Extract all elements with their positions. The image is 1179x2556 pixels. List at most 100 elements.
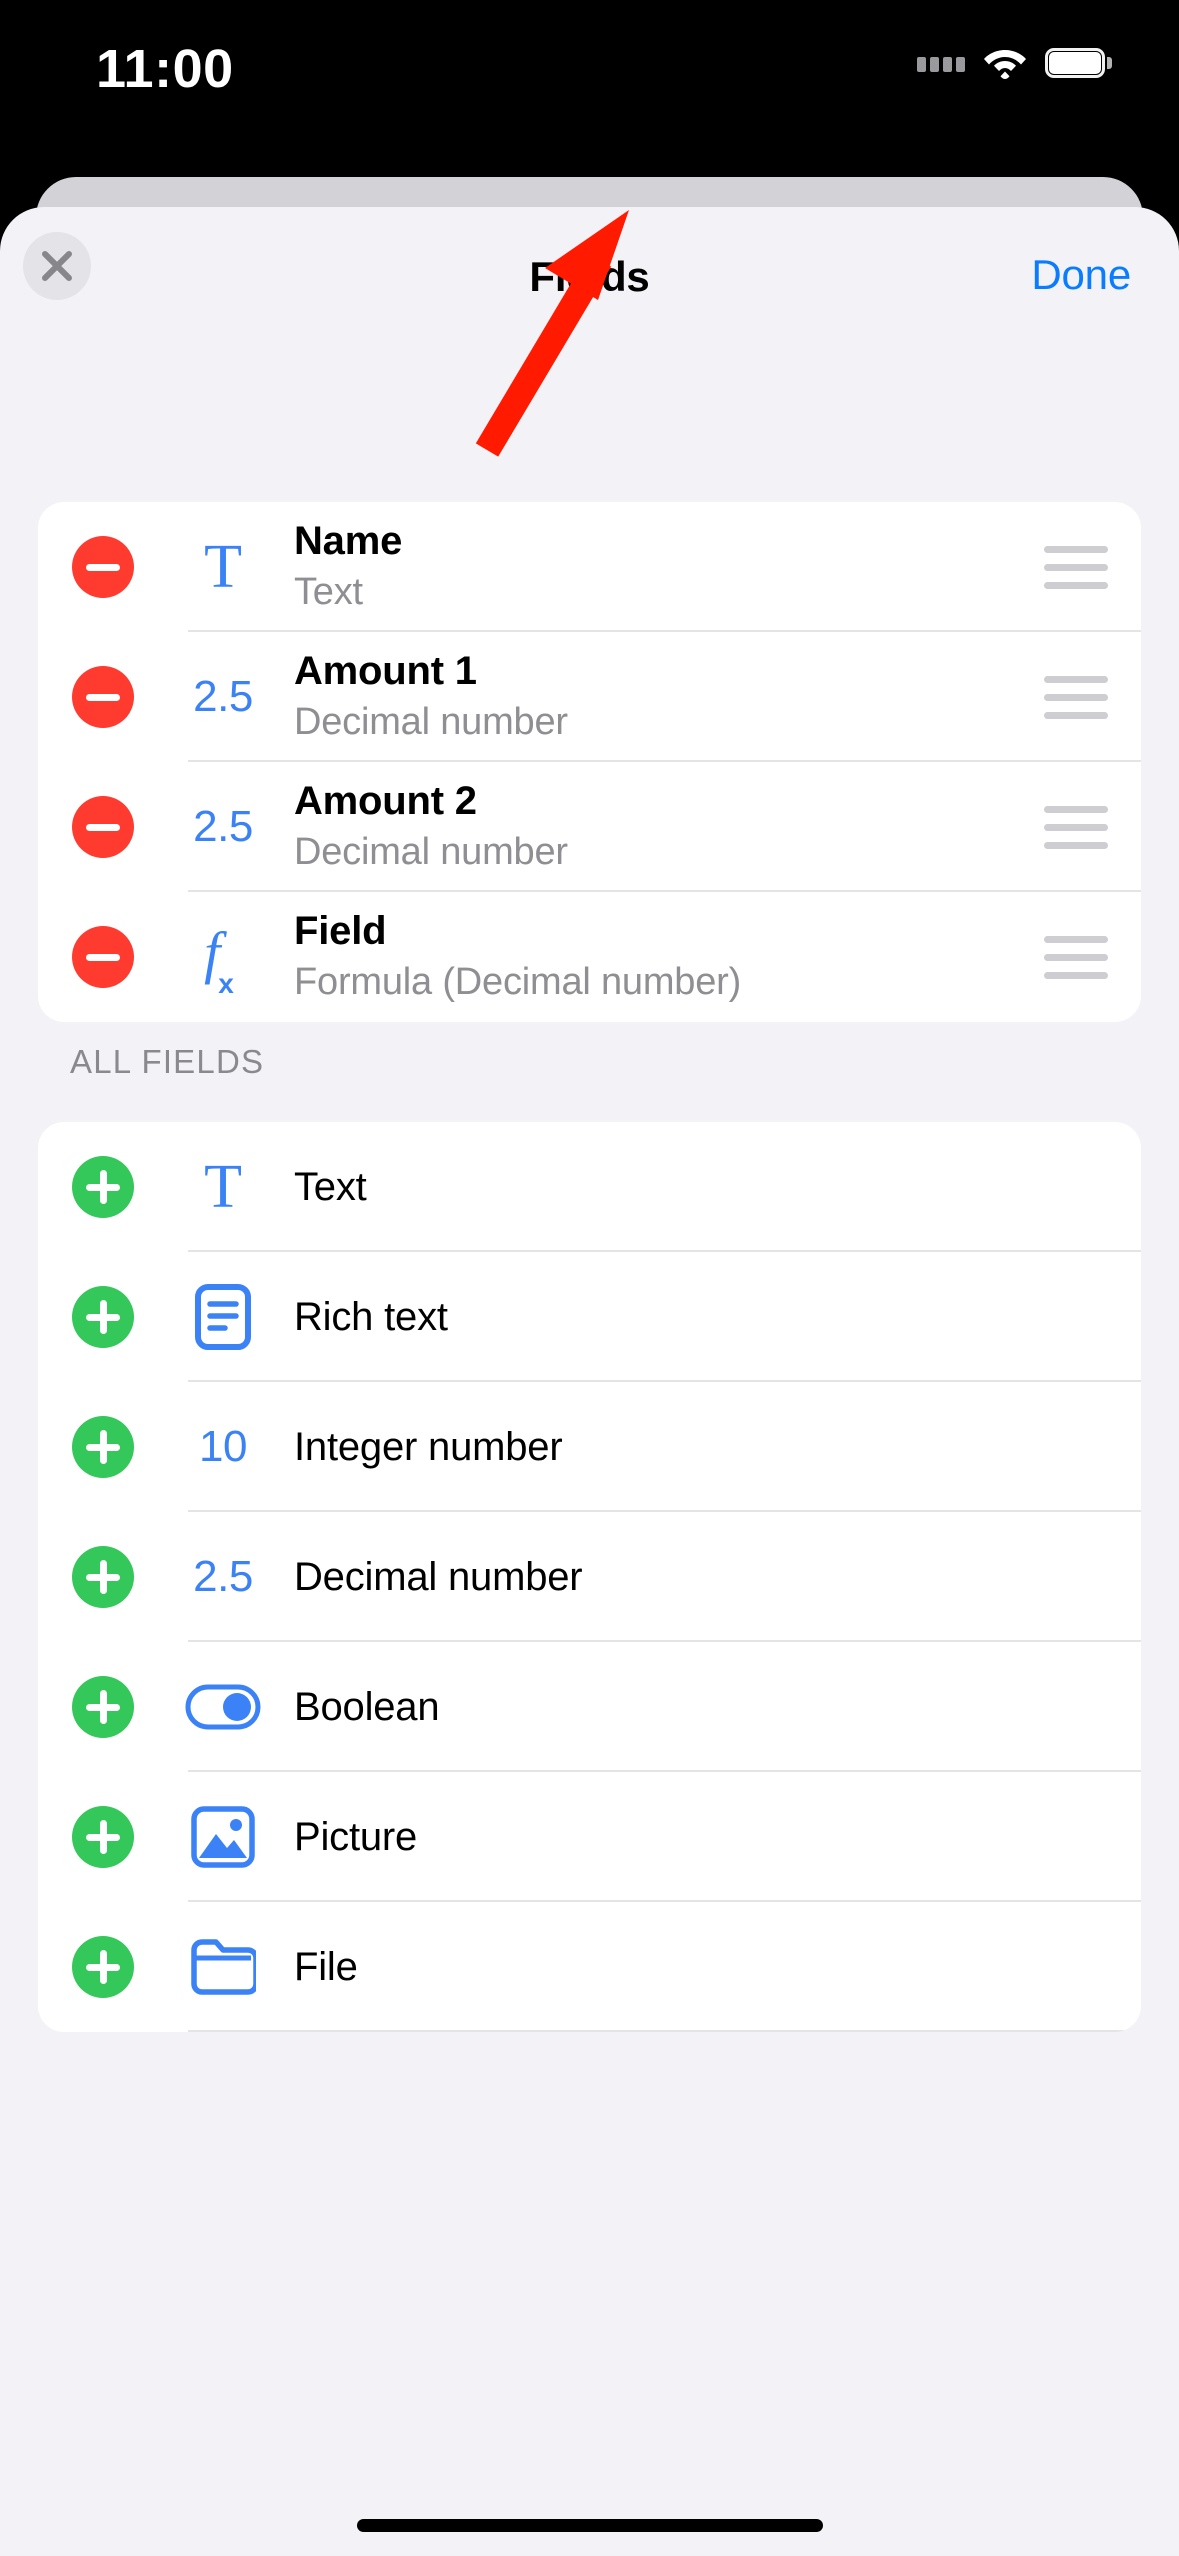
- field-type: Text: [294, 570, 363, 613]
- text-T-icon: T: [168, 536, 278, 598]
- reorder-handle[interactable]: [1011, 935, 1141, 979]
- picture-icon: [168, 1806, 278, 1868]
- field-labels: Amount 2 Decimal number: [278, 779, 1011, 875]
- add-plus-icon: [72, 1676, 134, 1738]
- field-type-label: Rich text: [294, 1294, 448, 1339]
- list-item[interactable]: File: [38, 1902, 1141, 2032]
- all-fields-section-header: ALL FIELDS: [70, 1043, 265, 1080]
- decimal-25-glyph: 2.5: [193, 1552, 253, 1601]
- remove-field-button[interactable]: [38, 536, 168, 598]
- add-field-button[interactable]: [38, 1676, 168, 1738]
- field-labels: Field Formula (Decimal number): [278, 909, 1011, 1005]
- field-labels: Text: [278, 1165, 1141, 1210]
- add-field-button[interactable]: [38, 1156, 168, 1218]
- status-bar-time: 11:00: [96, 39, 234, 99]
- field-labels: Picture: [278, 1815, 1141, 1860]
- field-type-label: File: [294, 1944, 358, 1989]
- field-type: Formula (Decimal number): [294, 960, 742, 1003]
- integer-10-glyph: 10: [199, 1422, 247, 1471]
- all-fields-card: T Text Rich text 10 Integer number 2.5 D…: [38, 1122, 1141, 2032]
- field-type-label: Integer number: [294, 1424, 563, 1469]
- reorder-handle[interactable]: [1011, 805, 1141, 849]
- list-item[interactable]: Rich text: [38, 1252, 1141, 1382]
- table-row[interactable]: 2.5 Amount 2 Decimal number: [38, 762, 1141, 892]
- text-T-icon: T: [168, 1156, 278, 1218]
- field-labels: Rich text: [278, 1295, 1141, 1340]
- remove-field-button[interactable]: [38, 926, 168, 988]
- add-plus-icon: [72, 1416, 134, 1478]
- add-plus-icon: [72, 1286, 134, 1348]
- integer-10-icon: 10: [168, 1422, 278, 1472]
- home-indicator: [356, 2519, 823, 2532]
- toggle-icon: [168, 1684, 278, 1730]
- decimal-25-icon: 2.5: [168, 802, 278, 852]
- field-labels: Name Text: [278, 519, 1011, 615]
- list-item[interactable]: 2.5 Decimal number: [38, 1512, 1141, 1642]
- drag-handle-icon: [1044, 805, 1108, 849]
- battery-full-icon: [1045, 48, 1112, 78]
- selected-fields-card: T Name Text 2.5 Amount 1 Decimal number …: [38, 502, 1141, 1022]
- add-plus-icon: [72, 1156, 134, 1218]
- drag-handle-icon: [1044, 545, 1108, 589]
- field-name: Amount 1: [294, 649, 477, 694]
- field-type-label: Text: [294, 1164, 367, 1209]
- decimal-25-glyph: 2.5: [193, 672, 253, 721]
- list-item[interactable]: 10 Integer number: [38, 1382, 1141, 1512]
- field-type: Decimal number: [294, 830, 568, 873]
- list-item[interactable]: T Text: [38, 1122, 1141, 1252]
- field-name: Name: [294, 519, 403, 564]
- add-plus-icon: [72, 1806, 134, 1868]
- decimal-25-glyph: 2.5: [193, 802, 253, 851]
- wifi-icon: [982, 46, 1028, 80]
- decimal-25-icon: 2.5: [168, 1552, 278, 1602]
- add-field-button[interactable]: [38, 1936, 168, 1998]
- add-plus-icon: [72, 1936, 134, 1998]
- field-labels: Decimal number: [278, 1555, 1141, 1600]
- page-title: Fields: [529, 253, 650, 300]
- table-row[interactable]: 2.5 Amount 1 Decimal number: [38, 632, 1141, 762]
- field-name: Amount 2: [294, 779, 477, 824]
- formula-fx-icon: fx: [168, 920, 278, 999]
- remove-minus-icon: [72, 926, 134, 988]
- sheet-navigation-bar: Fields Done: [0, 207, 1179, 325]
- remove-minus-icon: [72, 796, 134, 858]
- field-type-label: Picture: [294, 1814, 418, 1859]
- table-row[interactable]: fx Field Formula (Decimal number): [38, 892, 1141, 1022]
- field-type-label: Boolean: [294, 1684, 440, 1729]
- list-item[interactable]: Boolean: [38, 1642, 1141, 1772]
- done-button[interactable]: Done: [1031, 251, 1131, 299]
- reorder-handle[interactable]: [1011, 545, 1141, 589]
- table-row[interactable]: T Name Text: [38, 502, 1141, 632]
- drag-handle-icon: [1044, 935, 1108, 979]
- remove-field-button[interactable]: [38, 796, 168, 858]
- field-labels: Amount 1 Decimal number: [278, 649, 1011, 745]
- formula-fx-glyph: fx: [204, 920, 234, 999]
- reorder-handle[interactable]: [1011, 675, 1141, 719]
- add-plus-icon: [72, 1546, 134, 1608]
- decimal-25-icon: 2.5: [168, 672, 278, 722]
- add-field-button[interactable]: [38, 1286, 168, 1348]
- add-field-button[interactable]: [38, 1546, 168, 1608]
- field-labels: Integer number: [278, 1425, 1141, 1470]
- status-bar: 11:00: [0, 0, 1179, 150]
- add-field-button[interactable]: [38, 1416, 168, 1478]
- row-separator: [188, 2030, 1141, 2032]
- signal-dots-icon: [917, 54, 965, 72]
- field-labels: Boolean: [278, 1685, 1141, 1730]
- field-name: Field: [294, 909, 387, 954]
- remove-field-button[interactable]: [38, 666, 168, 728]
- text-T-glyph: T: [204, 1153, 242, 1221]
- folder-icon: [168, 1938, 278, 1996]
- drag-handle-icon: [1044, 675, 1108, 719]
- list-item[interactable]: Picture: [38, 1772, 1141, 1902]
- add-field-button[interactable]: [38, 1806, 168, 1868]
- field-type-label: Decimal number: [294, 1554, 583, 1599]
- fields-sheet: Fields Done T Name Text 2.5 Amount 1 Dec…: [0, 207, 1179, 2556]
- text-T-glyph: T: [204, 533, 242, 601]
- field-labels: File: [278, 1945, 1141, 1990]
- field-type: Decimal number: [294, 700, 568, 743]
- remove-minus-icon: [72, 666, 134, 728]
- status-bar-indicators: [917, 40, 1112, 86]
- rich-text-icon: [168, 1284, 278, 1350]
- phone-screen: 11:00 Fields Done T Name Text 2.5 Amount…: [0, 0, 1179, 2556]
